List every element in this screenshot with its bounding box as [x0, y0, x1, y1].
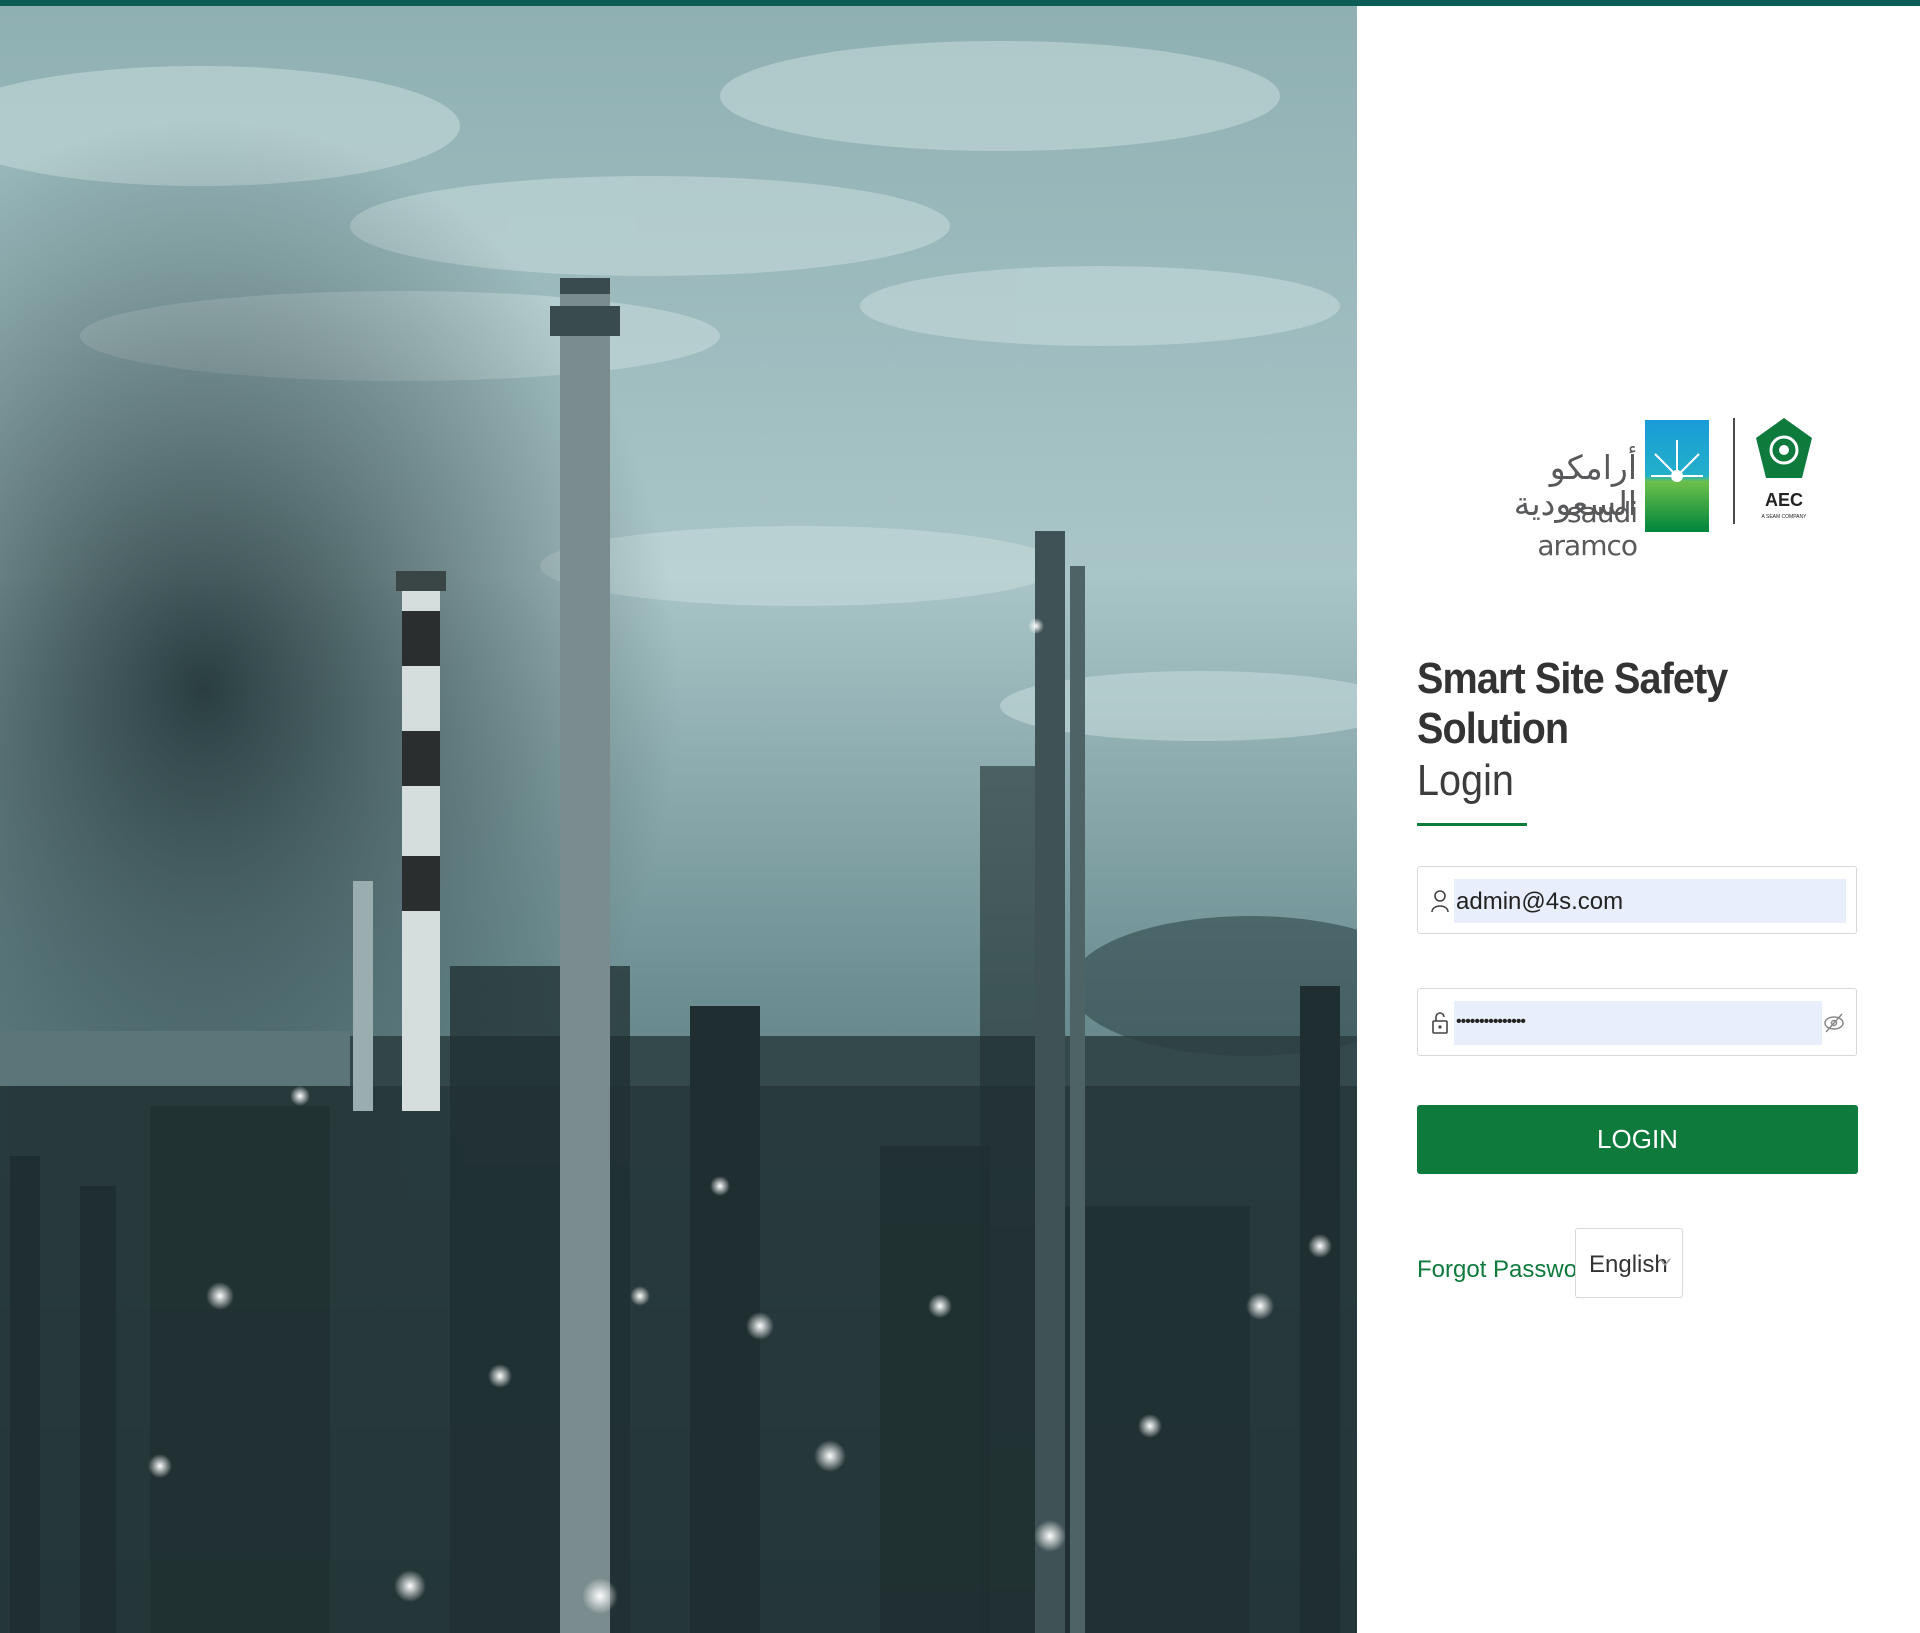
- language-select[interactable]: English: [1575, 1228, 1683, 1298]
- chevron-down-icon: [1659, 1258, 1671, 1267]
- login-panel: أرامكو السعودية saudi aramco AEC A SEAM …: [1357, 6, 1920, 1633]
- aec-logo-subtext: A SEAM COMPANY: [1762, 514, 1808, 520]
- hero-image-refinery: [0, 6, 1357, 1633]
- login-button[interactable]: LOGIN: [1417, 1105, 1858, 1174]
- password-field[interactable]: •••••••••••••••: [1417, 988, 1857, 1056]
- login-heading: Login: [1417, 756, 1514, 805]
- aec-logo-icon: AEC A SEAM COMPANY: [1756, 418, 1812, 520]
- aec-logo-text: AEC: [1765, 490, 1803, 510]
- brand-logos: أرامكو السعودية saudi aramco AEC A SEAM …: [1467, 412, 1827, 562]
- aramco-logo-english: saudi aramco: [1537, 496, 1638, 562]
- refinery-illustration: [0, 6, 1357, 1633]
- password-input[interactable]: •••••••••••••••: [1456, 1013, 1526, 1031]
- username-field[interactable]: admin@4s.com: [1417, 866, 1857, 934]
- user-icon: [1431, 890, 1449, 913]
- app-title: Smart Site Safety Solution: [1417, 654, 1728, 753]
- username-input[interactable]: admin@4s.com: [1456, 888, 1623, 916]
- aramco-star-logo-icon: [1645, 420, 1709, 532]
- lock-icon: [1432, 1012, 1448, 1034]
- eye-hidden-icon[interactable]: [1822, 1011, 1846, 1035]
- login-heading-underline: [1417, 823, 1527, 826]
- language-selected-label: English: [1589, 1251, 1668, 1278]
- logo-divider: [1733, 418, 1735, 524]
